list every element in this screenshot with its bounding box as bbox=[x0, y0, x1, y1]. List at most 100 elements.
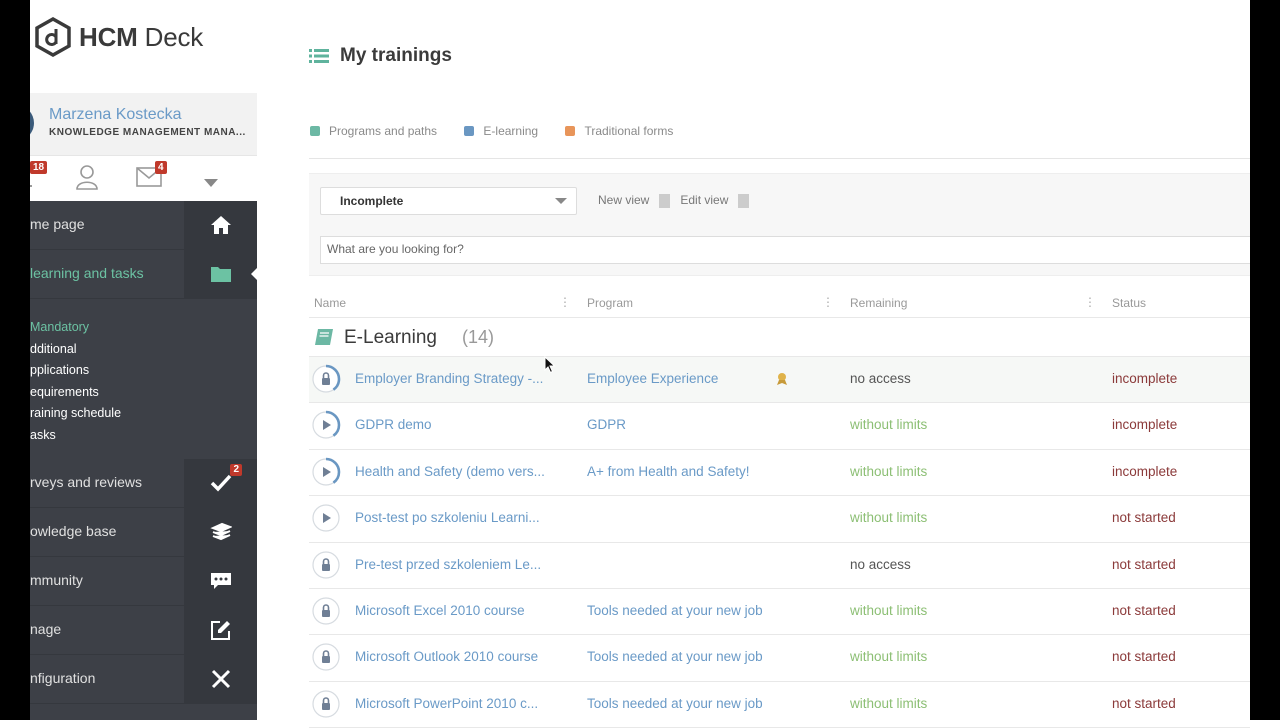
table-row[interactable]: Post-test po szkoleniu Learni... without … bbox=[309, 496, 1250, 543]
lock-icon[interactable] bbox=[311, 596, 341, 626]
filter-panel: Incomplete New view Edit view bbox=[309, 173, 1250, 276]
status-value: not started bbox=[1112, 556, 1176, 572]
remaining-value: without limits bbox=[850, 417, 928, 433]
status-value: not started bbox=[1112, 695, 1176, 711]
table-row[interactable]: Health and Safety (demo vers... A+ from H… bbox=[309, 450, 1250, 497]
training-name-link[interactable]: Microsoft PowerPoint 2010 c... bbox=[355, 696, 538, 711]
training-name-link[interactable]: Employer Branding Strategy -... bbox=[355, 371, 543, 386]
training-name-link[interactable]: GDPR demo bbox=[355, 417, 432, 432]
col-header-status[interactable]: Status bbox=[1112, 296, 1146, 310]
program-link[interactable]: Employee Experience bbox=[587, 371, 718, 386]
subnav-item[interactable]: dditional bbox=[30, 339, 257, 361]
view-links: New view Edit view bbox=[598, 193, 759, 208]
surveys-badge: 2 bbox=[230, 463, 242, 476]
legend-item-elearning: E-learning bbox=[464, 124, 538, 138]
remaining-value: without limits bbox=[850, 510, 928, 526]
lock-icon[interactable] bbox=[311, 642, 341, 672]
col-header-remaining[interactable]: Remaining bbox=[850, 296, 907, 310]
nav-item-community[interactable]: mmunity bbox=[30, 556, 257, 606]
legend-swatch bbox=[310, 126, 320, 136]
main-nav: me page learning and tasks Mandatory ddi… bbox=[30, 201, 257, 704]
tools-icon bbox=[184, 654, 257, 703]
group-header[interactable]: E-Learning (14) bbox=[309, 318, 1250, 357]
chat-icon bbox=[184, 556, 257, 605]
program-link[interactable]: GDPR bbox=[587, 417, 626, 432]
column-menu-icon[interactable]: ⋮ bbox=[559, 295, 571, 309]
brand-name: HCM Deck bbox=[79, 22, 204, 52]
nav-label: mmunity bbox=[30, 571, 83, 588]
divider bbox=[309, 158, 1250, 159]
nav-item-manage[interactable]: nage bbox=[30, 605, 257, 655]
table-row[interactable]: Microsoft PowerPoint 2010 c... Tools need… bbox=[309, 682, 1250, 728]
program-link[interactable]: Tools needed at your new job bbox=[587, 649, 763, 664]
program-link[interactable]: Tools needed at your new job bbox=[587, 603, 763, 618]
status-value: incomplete bbox=[1112, 463, 1178, 479]
user-role: KNOWLEDGE MANAGEMENT MANA... bbox=[49, 127, 246, 138]
table-body: Employer Branding Strategy -... Employee … bbox=[309, 357, 1250, 728]
notifications-icon[interactable]: 18 bbox=[30, 161, 48, 195]
user-profile[interactable]: Marzena Kostecka KNOWLEDGE MANAGEMENT MA… bbox=[30, 93, 257, 156]
nav-item-surveys[interactable]: rveys and reviews 2 bbox=[30, 458, 257, 508]
folder-icon bbox=[184, 250, 257, 298]
column-menu-icon[interactable]: ⋮ bbox=[1084, 295, 1096, 309]
subnav-item[interactable]: Mandatory bbox=[30, 317, 257, 339]
lock-icon[interactable] bbox=[311, 364, 341, 394]
status-value: incomplete bbox=[1112, 417, 1178, 433]
subnav-item[interactable]: pplications bbox=[30, 360, 257, 382]
nav-item-learning[interactable]: learning and tasks bbox=[30, 250, 257, 299]
subnav-item[interactable]: raining schedule bbox=[30, 403, 257, 425]
table-row[interactable]: Pre-test przed szkoleniem Le... no access… bbox=[309, 543, 1250, 589]
view-select[interactable]: Incomplete bbox=[320, 187, 577, 215]
legend-item-traditional: Traditional forms bbox=[565, 124, 673, 138]
legend-swatch bbox=[464, 126, 475, 136]
training-name-link[interactable]: Microsoft Excel 2010 course bbox=[355, 603, 525, 618]
subnav-item[interactable]: asks bbox=[30, 425, 257, 447]
home-icon bbox=[184, 201, 257, 249]
legend-swatch bbox=[565, 126, 576, 136]
legend: Programs and paths E-learning Traditiona… bbox=[310, 124, 697, 139]
nav-label: nage bbox=[30, 620, 62, 637]
training-name-link[interactable]: Post-test po szkoleniu Learni... bbox=[355, 510, 540, 525]
table-row[interactable]: Employer Branding Strategy -... Employee … bbox=[309, 357, 1250, 404]
new-view-link[interactable]: New view bbox=[598, 193, 659, 207]
subnav-item[interactable]: equirements bbox=[30, 382, 257, 404]
training-name-link[interactable]: Microsoft Outlook 2010 course bbox=[355, 649, 538, 664]
remaining-value: without limits bbox=[850, 463, 928, 479]
edit-icon bbox=[184, 605, 257, 654]
play-icon[interactable] bbox=[311, 503, 341, 533]
remaining-value: no access bbox=[850, 371, 911, 386]
table-row[interactable]: GDPR demo GDPR without limits incomplete bbox=[309, 403, 1250, 450]
avatar bbox=[30, 105, 34, 141]
user-name: Marzena Kostecka bbox=[49, 106, 182, 123]
nav-label: me page bbox=[30, 216, 85, 232]
lock-icon[interactable] bbox=[311, 689, 341, 719]
search-input[interactable] bbox=[321, 237, 933, 261]
logo-area[interactable]: HCM Deck bbox=[30, 0, 257, 93]
chevron-down-icon bbox=[555, 198, 567, 204]
program-link[interactable]: Tools needed at your new job bbox=[587, 696, 763, 711]
col-header-name[interactable]: Name bbox=[314, 296, 346, 310]
column-menu-icon[interactable]: ⋮ bbox=[822, 295, 834, 309]
view-select-value: Incomplete bbox=[340, 194, 404, 208]
training-name-link[interactable]: Pre-test przed szkoleniem Le... bbox=[355, 557, 541, 572]
check-icon: 2 bbox=[184, 458, 257, 507]
lock-icon[interactable] bbox=[311, 550, 341, 580]
training-name-link[interactable]: Health and Safety (demo vers... bbox=[355, 464, 545, 479]
nav-item-knowledge-base[interactable]: owledge base bbox=[30, 507, 257, 557]
chevron-down-icon[interactable] bbox=[204, 174, 218, 192]
nav-item-home[interactable]: me page bbox=[30, 201, 257, 250]
play-icon[interactable] bbox=[311, 457, 341, 487]
status-value: not started bbox=[1112, 510, 1176, 526]
program-link[interactable]: A+ from Health and Safety! bbox=[587, 464, 749, 479]
page-title: My trainings bbox=[340, 45, 452, 66]
nav-item-configuration[interactable]: nfiguration bbox=[30, 654, 257, 704]
col-header-program[interactable]: Program bbox=[587, 296, 633, 310]
mail-icon[interactable]: 4 bbox=[136, 161, 167, 192]
edit-view-link[interactable]: Edit view bbox=[680, 193, 738, 207]
table-row[interactable]: Microsoft Excel 2010 course Tools needed … bbox=[309, 589, 1250, 636]
user-icon[interactable] bbox=[76, 164, 98, 195]
play-icon[interactable] bbox=[311, 410, 341, 440]
table-row[interactable]: Microsoft Outlook 2010 course Tools neede… bbox=[309, 635, 1250, 682]
books-icon bbox=[184, 507, 257, 556]
screen-border-left bbox=[0, 0, 30, 720]
